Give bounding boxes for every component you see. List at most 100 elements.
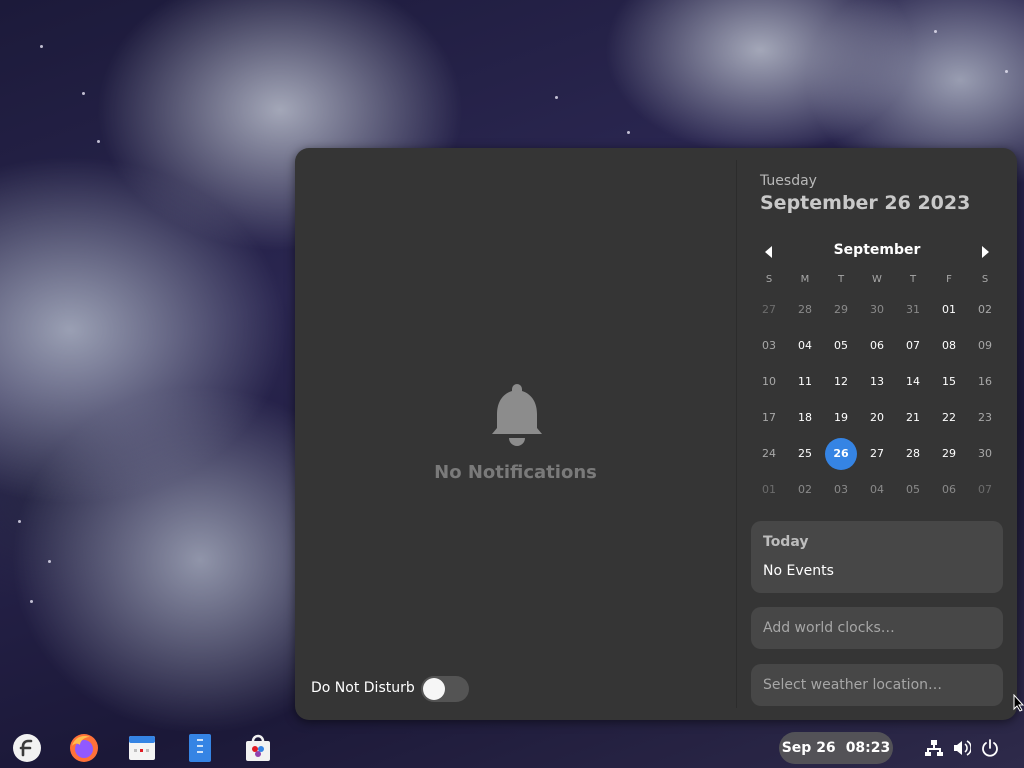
world-clocks-label: Add world clocks… xyxy=(763,620,895,636)
calendar-day[interactable]: 11 xyxy=(787,364,823,400)
day-header: W xyxy=(872,274,882,285)
volume-icon[interactable] xyxy=(952,738,972,758)
power-icon[interactable] xyxy=(980,738,1000,758)
star xyxy=(97,140,100,143)
calendar-day[interactable]: 28 xyxy=(895,436,931,472)
files-icon[interactable] xyxy=(184,732,216,764)
calendar-day[interactable]: 06 xyxy=(859,328,895,364)
calendar-day[interactable]: 05 xyxy=(823,328,859,364)
calendar-day-number: 06 xyxy=(942,483,956,496)
calendar-day[interactable]: 24 xyxy=(751,436,787,472)
calendar-day[interactable]: 02 xyxy=(787,472,823,508)
calendar-day-number: 26 xyxy=(825,438,857,470)
calendar-day-number: 05 xyxy=(906,483,920,496)
star xyxy=(48,560,51,563)
calendar-day-number: 13 xyxy=(870,375,884,388)
calendar-day[interactable]: 25 xyxy=(787,436,823,472)
calendar-day[interactable]: 22 xyxy=(931,400,967,436)
calendar-day-number: 21 xyxy=(906,411,920,424)
star xyxy=(555,96,558,99)
calendar-day[interactable]: 03 xyxy=(751,328,787,364)
calendar-day[interactable]: 01 xyxy=(751,472,787,508)
calendar-day[interactable]: 17 xyxy=(751,400,787,436)
calendar-week-row: 27 28 29 30 31 01 02 xyxy=(751,292,1003,328)
calendar-day-number: 28 xyxy=(906,447,920,460)
calendar-day[interactable]: 06 xyxy=(931,472,967,508)
star xyxy=(82,92,85,95)
panel-date: Sep 26 xyxy=(781,740,836,756)
calendar-notification-popover: No Notifications Do Not Disturb Tuesday … xyxy=(295,148,1017,720)
calendar-day[interactable]: 16 xyxy=(967,364,1003,400)
chevron-right-icon xyxy=(982,246,989,258)
calendar-day-number: 01 xyxy=(762,483,776,496)
firefox-icon[interactable] xyxy=(68,732,100,764)
calendar-day[interactable]: 29 xyxy=(823,292,859,328)
calendar-day[interactable]: 07 xyxy=(967,472,1003,508)
calendar-day-number: 02 xyxy=(978,303,992,316)
calendar-day[interactable]: 07 xyxy=(895,328,931,364)
calendar-day[interactable]: 23 xyxy=(967,400,1003,436)
calendar-day-number: 11 xyxy=(798,375,812,388)
calendar-day[interactable]: 30 xyxy=(967,436,1003,472)
calendar-day[interactable]: 19 xyxy=(823,400,859,436)
today-events-card[interactable]: Today No Events xyxy=(751,521,1003,593)
calendar-day[interactable]: 27 xyxy=(859,436,895,472)
weather-location-button[interactable]: Select weather location… xyxy=(751,664,1003,706)
calendar-day-number: 01 xyxy=(942,303,956,316)
calendar-day[interactable]: 21 xyxy=(895,400,931,436)
bell-icon xyxy=(492,384,542,446)
calendar-day-number: 19 xyxy=(834,411,848,424)
software-icon[interactable] xyxy=(242,732,274,764)
calendar-day-number: 12 xyxy=(834,375,848,388)
calendar-day[interactable]: 28 xyxy=(787,292,823,328)
calendar-day[interactable]: 18 xyxy=(787,400,823,436)
calendar-day-number: 09 xyxy=(978,339,992,352)
clock-button[interactable]: Sep 26 08:23 xyxy=(779,732,893,764)
day-header: F xyxy=(946,274,952,285)
calendar-day[interactable]: 15 xyxy=(931,364,967,400)
previous-month-button[interactable] xyxy=(757,240,781,264)
calendar-day-number: 06 xyxy=(870,339,884,352)
calendar-day[interactable]: 03 xyxy=(823,472,859,508)
calendar-day[interactable]: 12 xyxy=(823,364,859,400)
calendar-day[interactable]: 04 xyxy=(787,328,823,364)
calendar-day[interactable]: 04 xyxy=(859,472,895,508)
calendar-day[interactable]: 01 xyxy=(931,292,967,328)
calendar-day-number: 08 xyxy=(942,339,956,352)
calendar-grid: S M T W T F S 27 28 29 30 31 01 02 03 04 05 06 07 08… xyxy=(751,272,1003,508)
calendar-day[interactable]: 30 xyxy=(859,292,895,328)
calendar-day-number: 14 xyxy=(906,375,920,388)
calendar-day[interactable]: 08 xyxy=(931,328,967,364)
star xyxy=(934,30,937,33)
world-clocks-button[interactable]: Add world clocks… xyxy=(751,607,1003,649)
day-of-week-header: S M T W T F S xyxy=(751,272,1003,288)
do-not-disturb-toggle[interactable] xyxy=(421,676,469,702)
no-notifications-label: No Notifications xyxy=(434,462,597,483)
network-icon[interactable] xyxy=(924,738,944,758)
calendar-day[interactable]: 14 xyxy=(895,364,931,400)
day-header: S xyxy=(765,274,773,285)
calendar-day[interactable]: 20 xyxy=(859,400,895,436)
calendar-day[interactable]: 27 xyxy=(751,292,787,328)
calendar-day[interactable]: 10 xyxy=(751,364,787,400)
next-month-button[interactable] xyxy=(973,240,997,264)
no-events-label: No Events xyxy=(763,563,834,579)
calendar-day[interactable]: 02 xyxy=(967,292,1003,328)
calendar-day-number: 18 xyxy=(798,411,812,424)
calendar-day-number: 30 xyxy=(978,447,992,460)
calendar-day-number: 29 xyxy=(834,303,848,316)
calendar-day[interactable]: 13 xyxy=(859,364,895,400)
chevron-left-icon xyxy=(765,246,772,258)
calendar-day[interactable]: 31 xyxy=(895,292,931,328)
month-label: September xyxy=(833,242,921,258)
calendar-day[interactable]: 29 xyxy=(931,436,967,472)
calendar-app-icon[interactable] xyxy=(126,732,158,764)
calendar-weeks: 27 28 29 30 31 01 02 03 04 05 06 07 08 09 10 11 12 13 14 15… xyxy=(751,292,1003,508)
star xyxy=(30,600,33,603)
fedora-icon[interactable] xyxy=(11,732,43,764)
calendar-day-selected[interactable]: 26 xyxy=(823,436,859,472)
calendar-day[interactable]: 05 xyxy=(895,472,931,508)
calendar-day-number: 03 xyxy=(762,339,776,352)
calendar-day[interactable]: 09 xyxy=(967,328,1003,364)
calendar-day-number: 25 xyxy=(798,447,812,460)
